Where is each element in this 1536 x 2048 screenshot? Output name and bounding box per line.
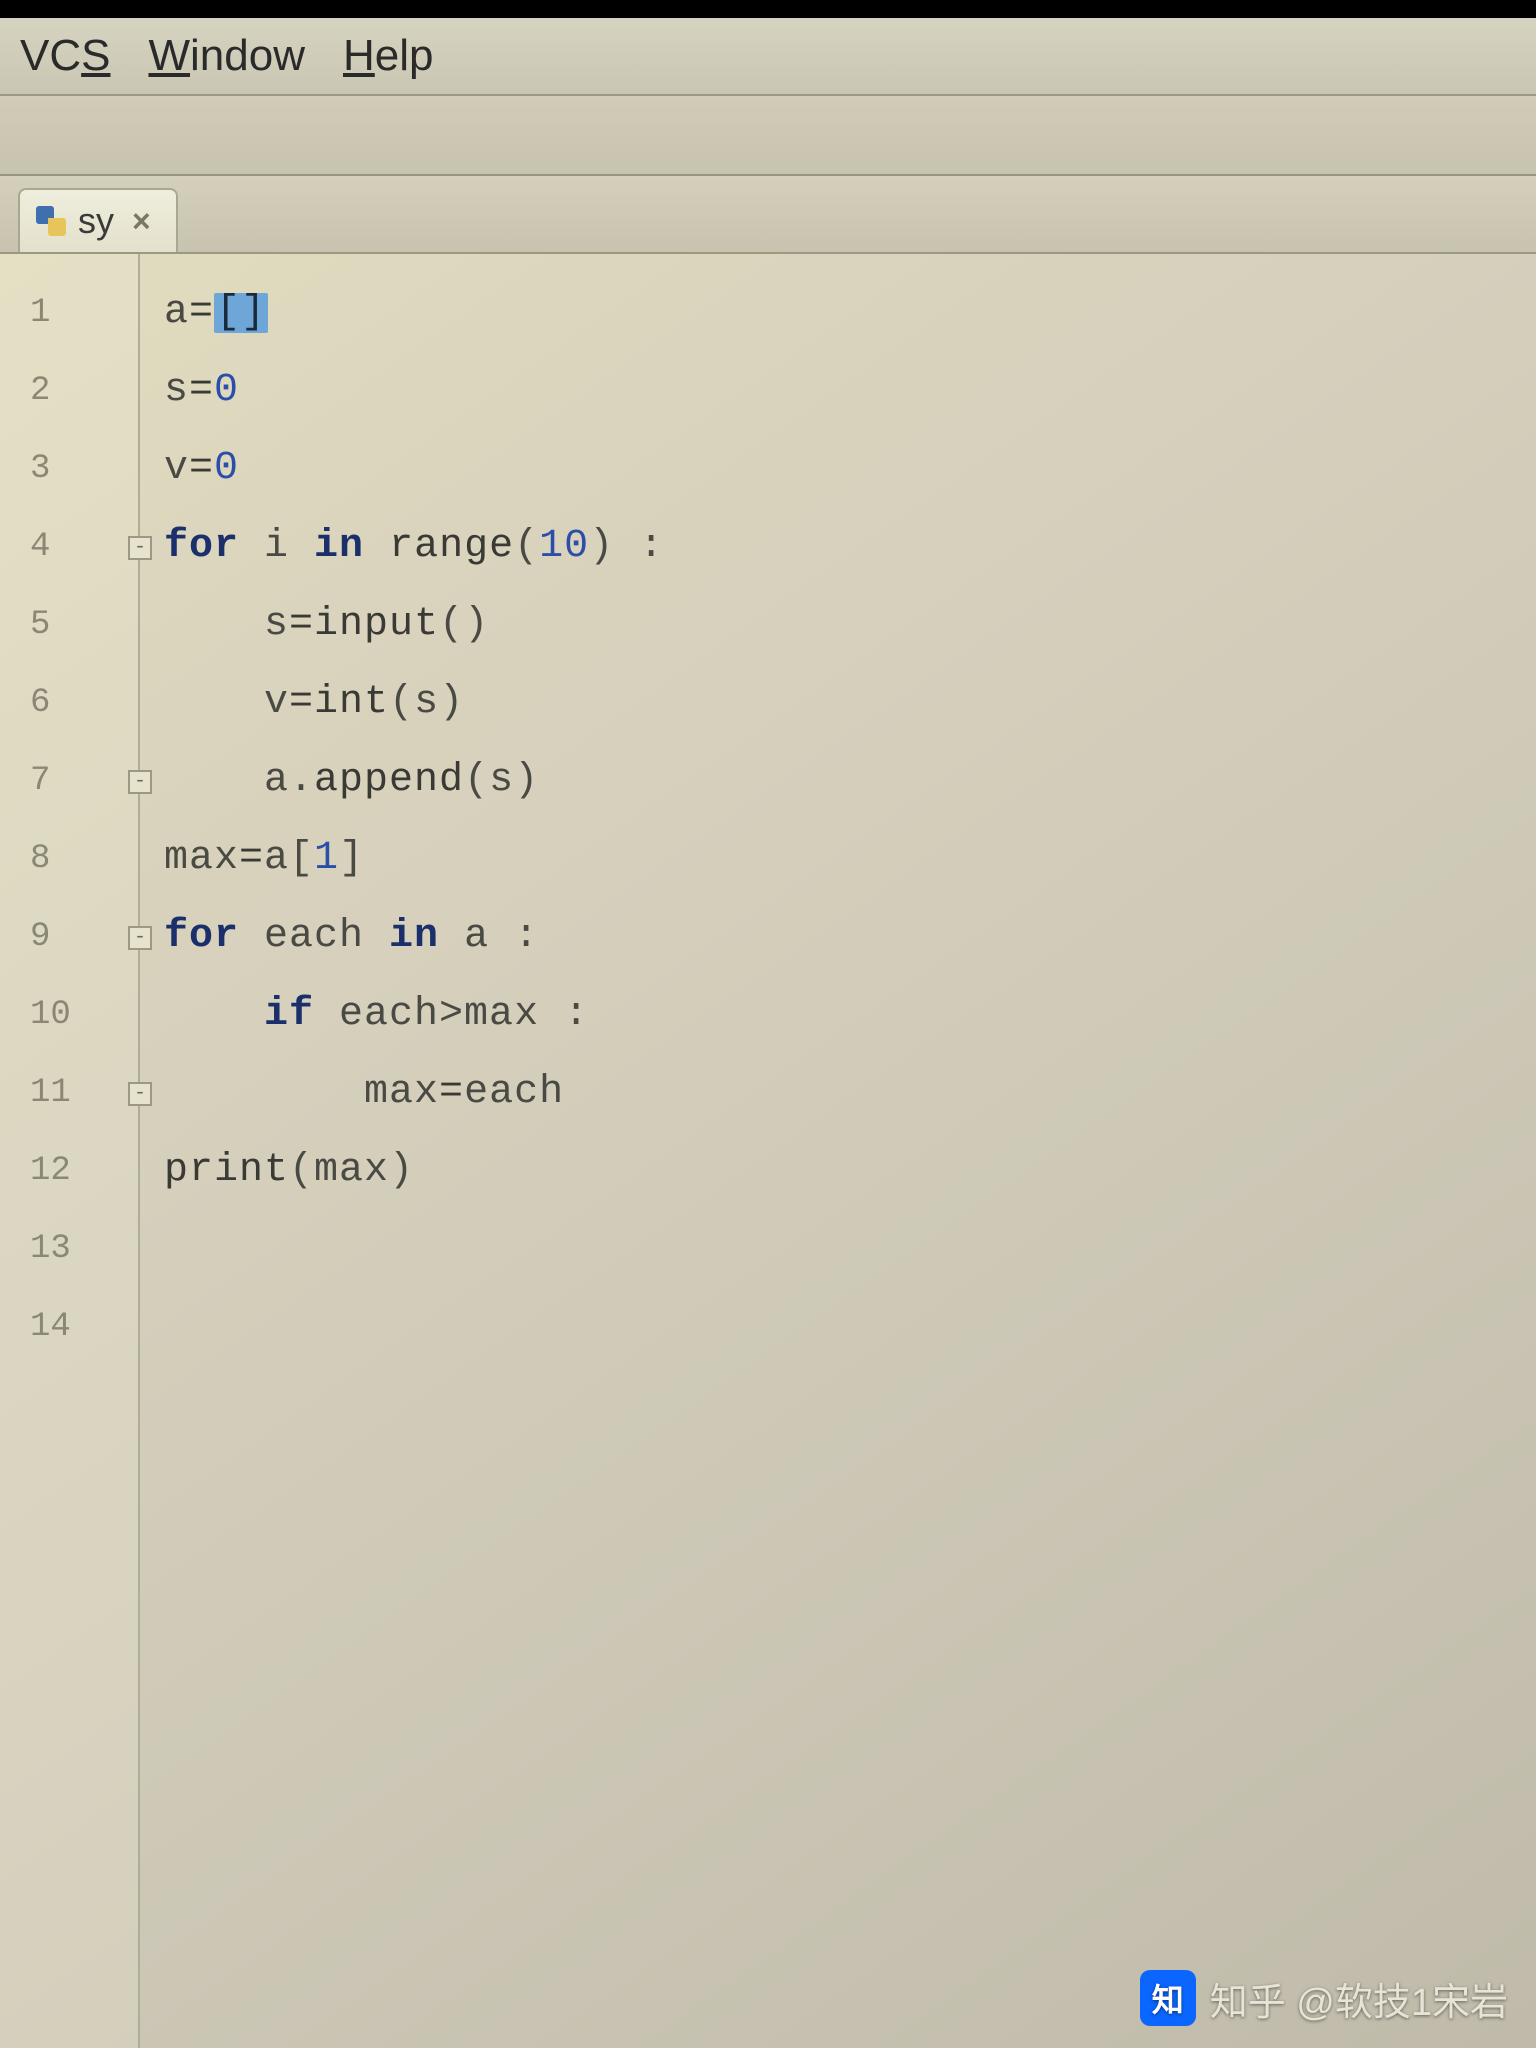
line-number: 6	[0, 664, 138, 742]
code-line[interactable]: s=input()	[164, 586, 1536, 664]
window-top-border	[0, 0, 1536, 18]
toolbar-spacer	[0, 96, 1536, 176]
close-tab-icon[interactable]: ×	[132, 203, 151, 240]
code-line[interactable]: v=int(s)	[164, 664, 1536, 742]
line-number: 2	[0, 352, 138, 430]
editor-tab[interactable]: sy ×	[18, 188, 178, 252]
fold-toggle-icon[interactable]: -	[128, 926, 152, 950]
line-number: 1	[0, 274, 138, 352]
menu-vcs[interactable]: VCS	[20, 31, 110, 81]
line-number: 3	[0, 430, 138, 508]
menu-bar: VCS Window Help	[0, 18, 1536, 96]
fold-toggle-icon[interactable]: -	[128, 536, 152, 560]
menu-window[interactable]: Window	[148, 31, 305, 81]
line-number: 10	[0, 976, 138, 1054]
code-line[interactable]: for i in range(10) :	[164, 508, 1536, 586]
line-number: 13	[0, 1210, 138, 1288]
line-number: 7-	[0, 742, 138, 820]
watermark-text: 知乎 @软技1宋岩	[1210, 1971, 1508, 2026]
menu-help[interactable]: Help	[343, 31, 434, 81]
line-number: 14	[0, 1288, 138, 1366]
zhihu-logo-icon: 知	[1140, 1970, 1196, 2026]
tab-filename: sy	[78, 200, 114, 242]
editor-tab-row: sy ×	[0, 176, 1536, 254]
fold-toggle-icon[interactable]: -	[128, 1082, 152, 1106]
code-line[interactable]	[164, 1288, 1536, 1366]
line-number: 4-	[0, 508, 138, 586]
line-number: 9-	[0, 898, 138, 976]
code-line[interactable]: if each>max :	[164, 976, 1536, 1054]
code-line[interactable]: for each in a :	[164, 898, 1536, 976]
code-line[interactable]: v=0	[164, 430, 1536, 508]
code-line[interactable]	[164, 1210, 1536, 1288]
code-line[interactable]: max=a[1]	[164, 820, 1536, 898]
code-area[interactable]: a=[]s=0v=0for i in range(10) : s=input()…	[140, 254, 1536, 2048]
line-number-gutter: 1234-567-89-1011-121314	[0, 254, 140, 2048]
fold-toggle-icon[interactable]: -	[128, 770, 152, 794]
watermark: 知 知乎 @软技1宋岩	[1140, 1970, 1508, 2026]
python-file-icon	[36, 206, 66, 236]
code-line[interactable]: s=0	[164, 352, 1536, 430]
code-line[interactable]: a=[]	[164, 274, 1536, 352]
code-line[interactable]: print(max)	[164, 1132, 1536, 1210]
code-editor[interactable]: 1234-567-89-1011-121314 a=[]s=0v=0for i …	[0, 254, 1536, 2048]
line-number: 5	[0, 586, 138, 664]
code-line[interactable]: max=each	[164, 1054, 1536, 1132]
line-number: 11-	[0, 1054, 138, 1132]
line-number: 12	[0, 1132, 138, 1210]
code-line[interactable]: a.append(s)	[164, 742, 1536, 820]
line-number: 8	[0, 820, 138, 898]
